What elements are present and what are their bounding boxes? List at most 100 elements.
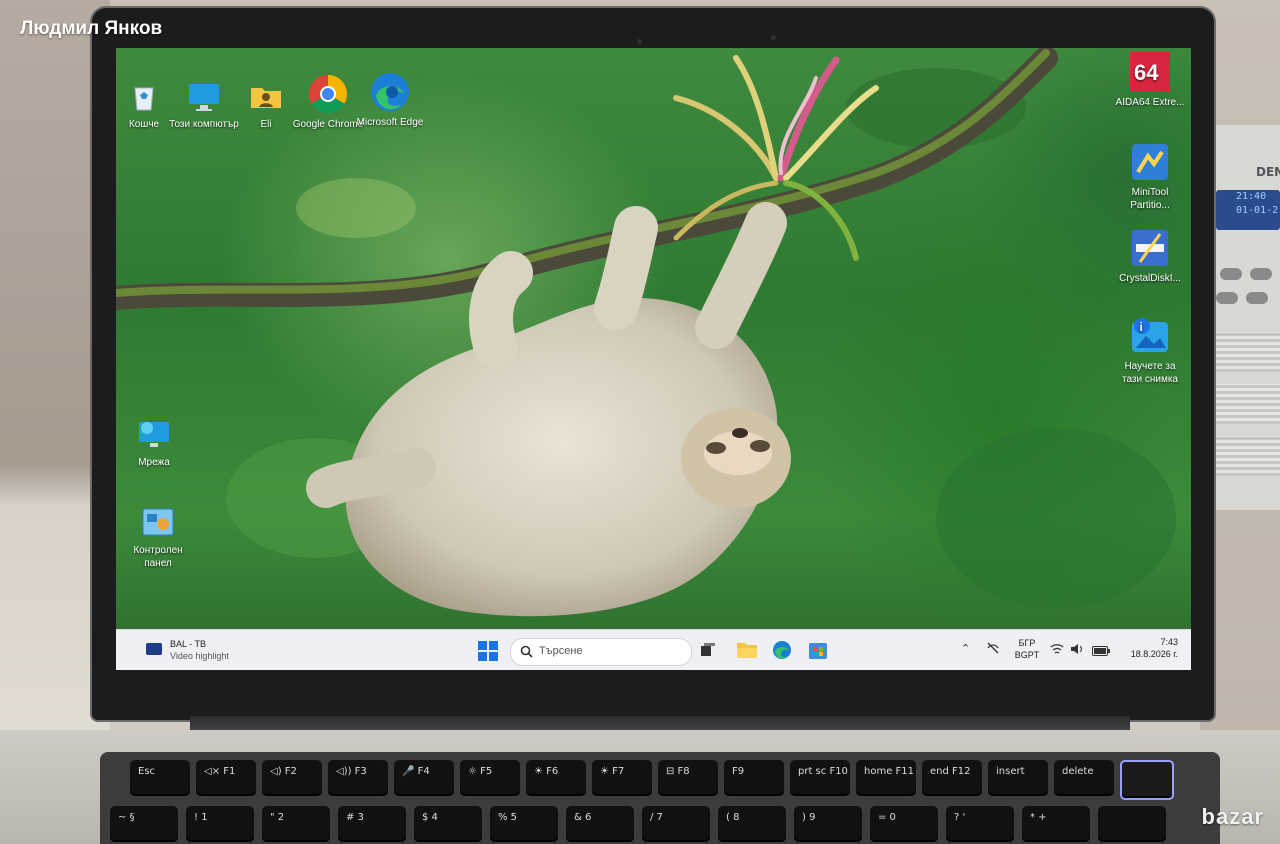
desktop-icon-label: MiniTool Partitio... (1130, 187, 1170, 211)
keyboard-key[interactable]: ◁× F1 (196, 760, 256, 796)
desktop-icon-edge[interactable]: Microsoft Edge (354, 72, 426, 129)
language-indicator[interactable]: БГР BGPT (1012, 637, 1042, 661)
desktop-icon-learn-about-picture[interactable]: i Научете за тази снимка (1114, 316, 1186, 386)
keyboard-key[interactable]: / 7 (642, 806, 710, 842)
key-label: ◁× F1 (204, 766, 236, 777)
key-label: delete (1062, 766, 1094, 777)
key-label: ☀ F7 (600, 766, 625, 777)
wallpaper-illustration (116, 48, 1176, 617)
keyboard-key[interactable]: 🎤 F4 (394, 760, 454, 796)
folder-icon (737, 643, 757, 658)
keyboard-key[interactable]: % 5 (490, 806, 558, 842)
volume-icon[interactable] (1070, 642, 1084, 660)
key-label: ◁)) F3 (336, 766, 367, 777)
keyboard-key[interactable]: ☀ F7 (592, 760, 652, 796)
widget-title: BAL - TB (170, 639, 207, 649)
radio-grill (1214, 384, 1280, 424)
taskbar-search-box[interactable]: Търсене (510, 638, 692, 666)
key-label: ) 9 (802, 812, 816, 823)
desktop-icon-label: Мрежа (138, 457, 170, 468)
key-label: Esc (138, 766, 156, 777)
keyboard-key[interactable]: ~ § (110, 806, 178, 842)
keyboard-key[interactable]: F9 (724, 760, 784, 796)
key-label: % 5 (498, 812, 518, 823)
radio-button (1220, 268, 1242, 280)
key-label: ( 8 (726, 812, 740, 823)
sports-logo-icon (146, 643, 162, 655)
key-label: insert (996, 766, 1025, 777)
keyboard-key[interactable]: ! 1 (186, 806, 254, 842)
keyboard-key[interactable]: Esc (130, 760, 190, 796)
keyboard-key[interactable]: ⊟ F8 (658, 760, 718, 796)
tray-network-off-icon[interactable] (986, 641, 1000, 660)
taskbar-store[interactable] (808, 640, 828, 665)
recycle-bin-icon (127, 80, 161, 114)
key-label: ◁) F2 (270, 766, 297, 777)
keyboard-key[interactable]: ◁)) F3 (328, 760, 388, 796)
wifi-icon[interactable] (1050, 642, 1064, 660)
chevron-up-icon[interactable]: ⌃ (961, 642, 970, 655)
language-code: БГР (1018, 638, 1036, 648)
keyboard-key[interactable] (1098, 806, 1166, 842)
desktop-icon-label: Microsoft Edge (356, 117, 424, 128)
aida64-icon: 64 (1130, 52, 1170, 92)
keyboard-key[interactable]: $ 4 (414, 806, 482, 842)
weather-widget[interactable]: BAL - TB Video highlight (130, 639, 240, 663)
learn-about-picture-icon: i (1130, 316, 1170, 356)
radio-display-line: 21:40 (1236, 191, 1267, 202)
taskbar-file-explorer[interactable] (736, 640, 758, 665)
sensor-icon (770, 34, 777, 41)
keyboard-key[interactable]: " 2 (262, 806, 330, 842)
user-folder-icon (249, 80, 283, 114)
search-placeholder: Търсене (539, 645, 583, 657)
computer-icon (187, 80, 221, 114)
desktop-screen: Кошче Този компютър Eli Google Chrome Mi… (116, 48, 1191, 670)
clock[interactable]: 7:43 18.8.2026 г. (1106, 636, 1178, 660)
keyboard-key[interactable]: ) 9 (794, 806, 862, 842)
power-button[interactable] (1120, 760, 1174, 800)
start-button[interactable] (478, 641, 498, 666)
chrome-icon (308, 74, 348, 114)
task-view-button[interactable] (700, 642, 716, 663)
keyboard-key[interactable]: # 3 (338, 806, 406, 842)
edge-icon (370, 72, 410, 112)
keyboard-key[interactable]: ☼ F5 (460, 760, 520, 796)
author-watermark: Людмил Янков (20, 18, 163, 39)
keyboard-key[interactable]: ? ' (946, 806, 1014, 842)
keyboard-key[interactable]: prt sc F10 (790, 760, 850, 796)
keyboard: Esc ◁× F1 ◁) F2 ◁)) F3 🎤 F4 ☼ F5 ☀ F6 ☀ F7 ⊟ F8 F… (100, 752, 1220, 844)
keyboard-key[interactable]: * + (1022, 806, 1090, 842)
windows-start-icon (478, 641, 498, 661)
store-icon (809, 643, 827, 659)
keyboard-key[interactable]: & 6 (566, 806, 634, 842)
keyboard-key[interactable]: delete (1054, 760, 1114, 796)
minitool-icon (1130, 142, 1170, 182)
key-label: = 0 (878, 812, 896, 823)
key-label: F9 (732, 766, 745, 777)
desktop-icon-control-panel[interactable]: Контролен панел (122, 506, 194, 570)
radio-grill (1214, 436, 1280, 476)
desktop-icon-crystaldisk[interactable]: CrystalDiskI... (1114, 228, 1186, 285)
keyboard-key[interactable]: = 0 (870, 806, 938, 842)
desktop-icon-label: AIDA64 Extre... (1115, 97, 1185, 108)
desktop-icon-minitool[interactable]: MiniTool Partitio... (1114, 142, 1186, 212)
keyboard-key[interactable]: end F12 (922, 760, 982, 796)
keyboard-key[interactable]: ( 8 (718, 806, 786, 842)
keyboard-key[interactable]: ◁) F2 (262, 760, 322, 796)
keyboard-key[interactable]: ☀ F6 (526, 760, 586, 796)
desktop-icon-network[interactable]: Мрежа (118, 418, 190, 469)
svg-text:64: 64 (1134, 60, 1159, 85)
desktop-icon-label: Контролен панел (133, 545, 183, 569)
desktop-icon-label: Научете за тази снимка (1121, 361, 1178, 385)
radio-brand-label: DEN (1256, 165, 1280, 179)
keyboard-key[interactable]: insert (988, 760, 1048, 796)
edge-icon (773, 641, 791, 659)
taskbar-edge[interactable] (772, 640, 792, 665)
keyboard-key[interactable]: home F11 (856, 760, 916, 796)
key-label: # 3 (346, 812, 364, 823)
clock-date: 18.8.2026 г. (1130, 649, 1178, 659)
desktop-icon-aida64[interactable]: 64 AIDA64 Extre... (1114, 52, 1186, 109)
key-label: home F11 (864, 766, 915, 777)
key-label: ☀ F6 (534, 766, 559, 777)
radio-display-line: 01-01-2 (1236, 205, 1279, 216)
